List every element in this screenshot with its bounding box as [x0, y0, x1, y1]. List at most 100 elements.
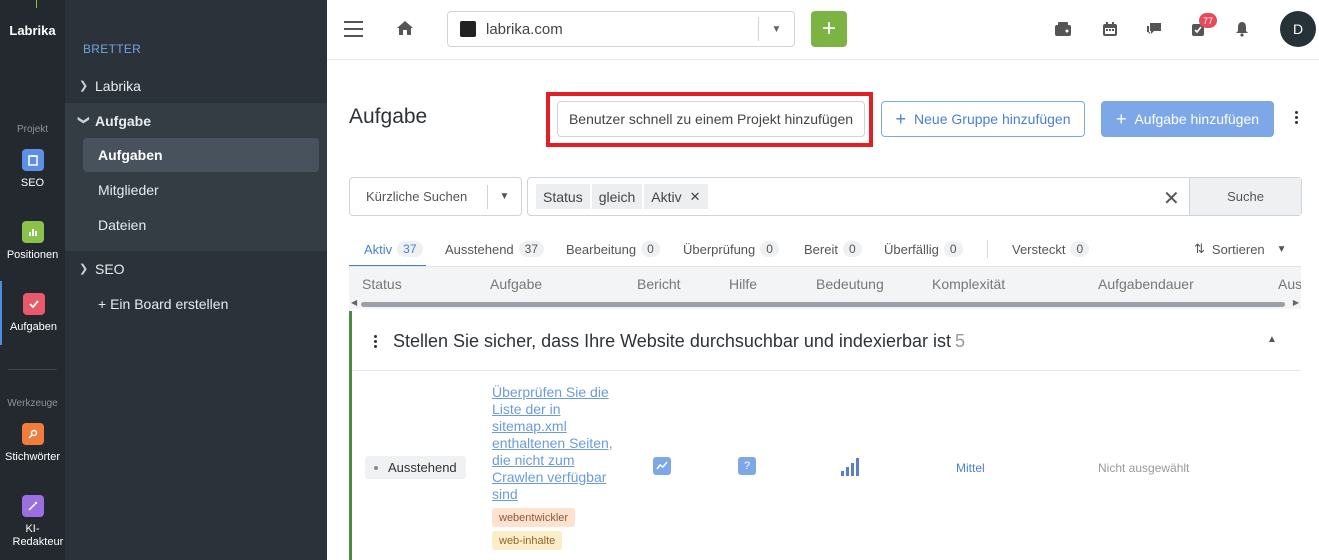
magic-wand-icon — [21, 495, 44, 517]
bell-icon[interactable] — [1231, 18, 1253, 40]
chevron-right-icon: ❯ — [79, 80, 89, 92]
chat-icon[interactable] — [1143, 18, 1165, 40]
rail-item-ai-editor[interactable]: KI-Redakteur — [0, 495, 65, 549]
tab-label: Überfällig — [884, 241, 939, 257]
create-board-link[interactable]: + Ein Board erstellen — [65, 286, 327, 321]
sort-label: Sortieren — [1211, 241, 1265, 257]
check-icon — [22, 293, 45, 315]
tab-count: 0 — [760, 241, 779, 257]
remove-chip-icon[interactable]: ✕ — [690, 189, 701, 205]
filter-chip-operator[interactable]: gleich — [591, 184, 643, 209]
filter-bar[interactable]: Status gleich Aktiv ✕ ✕ Suche — [527, 177, 1302, 216]
app-logo[interactable]: Labrika — [0, 0, 65, 60]
nav-item-seo[interactable]: ❯ SEO — [65, 251, 327, 286]
calendar-icon[interactable] — [1099, 18, 1121, 40]
column-header[interactable]: Hilfe — [729, 276, 757, 292]
menu-icon[interactable] — [344, 21, 363, 37]
rail-item-tasks[interactable]: Aufgaben — [0, 281, 65, 345]
tab-overdue[interactable]: Überfällig 0 — [884, 238, 963, 260]
column-header[interactable]: Status — [362, 276, 402, 292]
tab-count: 0 — [641, 241, 660, 257]
tab-review[interactable]: Überprüfung 0 — [683, 238, 779, 260]
duration-value[interactable]: Nicht ausgewählt — [1098, 461, 1189, 475]
report-chart-icon[interactable] — [653, 457, 671, 475]
tab-label: Ausstehend — [445, 241, 514, 257]
task-link[interactable]: Überprüfen Sie die Liste der in sitemap.… — [492, 384, 617, 503]
nav-item-labrika[interactable]: ❯ Labrika — [65, 68, 327, 103]
tab-pending[interactable]: Ausstehend 37 — [445, 238, 545, 260]
nav-item-aufgabe[interactable]: ❯ Aufgabe — [65, 103, 327, 138]
chevron-down-icon: ❯ — [77, 115, 90, 125]
recent-searches-label: Kürzliche Suchen — [366, 189, 468, 204]
site-selector[interactable]: labrika.com ▼ — [447, 11, 795, 47]
tab-count: 37 — [518, 241, 545, 257]
task-group-header: Stellen Sie sicher, dass Ihre Website du… — [352, 311, 1301, 371]
more-options-icon[interactable] — [1291, 111, 1301, 126]
tab-in-progress[interactable]: Bearbeitung 0 — [566, 238, 660, 260]
clear-filter-icon[interactable]: ✕ — [1163, 186, 1180, 211]
filter-chip-value[interactable]: Aktiv ✕ — [644, 184, 708, 209]
collapse-icon[interactable]: ▲ — [1267, 334, 1277, 345]
column-header[interactable]: Komplexität — [932, 276, 1005, 292]
user-avatar[interactable]: D — [1280, 11, 1316, 47]
new-group-label: Neue Gruppe hinzufügen — [914, 111, 1071, 127]
rail-item-positions[interactable]: Positionen — [0, 221, 65, 261]
add-task-label: Aufgabe hinzufügen — [1134, 111, 1260, 127]
caret-down-icon: ▼ — [1276, 243, 1287, 255]
column-header[interactable]: Aufgabendauer — [1098, 276, 1194, 292]
tab-count: 0 — [943, 241, 963, 257]
nav-subitem-files[interactable]: Dateien — [83, 208, 319, 242]
add-project-button[interactable]: + — [811, 11, 847, 47]
scrollbar-thumb[interactable] — [361, 302, 1285, 307]
filter-chip-field[interactable]: Status — [536, 184, 590, 209]
sort-dropdown[interactable]: ⇅ Sortieren ▼ — [1194, 241, 1287, 257]
scroll-right-icon[interactable]: ▶ — [1293, 298, 1299, 307]
task-tag[interactable]: web-inhalte — [492, 531, 563, 550]
nav-subitem-members[interactable]: Mitglieder — [83, 173, 319, 207]
tab-label: Bereit — [804, 241, 838, 257]
group-options-icon[interactable] — [374, 335, 378, 350]
task-tag[interactable]: webentwickler — [492, 508, 576, 527]
column-header[interactable]: Bericht — [637, 276, 681, 292]
horizontal-scrollbar[interactable]: ◀ ▶ — [349, 298, 1301, 309]
site-favicon-icon — [460, 21, 476, 37]
rail-section-tools: Werkzeuge — [7, 398, 58, 409]
tab-active[interactable]: Aktiv 37 — [364, 238, 423, 260]
tab-count: 0 — [1070, 241, 1090, 257]
new-group-button[interactable]: + Neue Gruppe hinzufügen — [881, 101, 1085, 137]
complexity-value[interactable]: Mittel — [956, 461, 985, 475]
boards-panel: BRETTER ❯ Labrika ❯ Aufgabe Aufgaben Mit… — [65, 0, 327, 560]
rail-item-label: SEO — [20, 177, 45, 189]
status-pill[interactable]: Ausstehend — [365, 456, 466, 479]
caret-down-icon[interactable]: ▼ — [758, 17, 794, 41]
tab-count: 37 — [397, 241, 423, 257]
tab-label: Aktiv — [364, 241, 393, 257]
boards-heading: BRETTER — [83, 42, 142, 56]
table-header: Status Aufgabe Bericht Hilfe Bedeutung K… — [349, 266, 1301, 299]
nav-item-label: Labrika — [95, 77, 141, 94]
sort-arrows-icon: ⇅ — [1194, 241, 1205, 256]
column-header[interactable]: Bedeutung — [816, 276, 884, 292]
home-icon[interactable] — [395, 18, 415, 43]
chevron-right-icon: ❯ — [79, 263, 89, 275]
quick-add-user-button[interactable]: Benutzer schnell zu einem Projekt hinzuf… — [557, 101, 865, 137]
nav-item-label: Aufgabe — [95, 112, 151, 129]
help-icon[interactable]: ? — [738, 457, 756, 475]
search-button[interactable]: Suche — [1189, 178, 1301, 215]
column-header[interactable]: Aus — [1278, 276, 1301, 292]
add-task-button[interactable]: + Aufgabe hinzufügen — [1101, 101, 1274, 137]
tab-hidden[interactable]: Versteckt 0 — [1012, 238, 1090, 260]
status-dot-icon — [374, 465, 378, 470]
rail-divider — [8, 369, 57, 370]
rail-item-label: Positionen — [6, 249, 59, 261]
nav-subitem-tasks[interactable]: Aufgaben — [83, 138, 319, 172]
column-header[interactable]: Aufgabe — [490, 276, 542, 292]
tab-ready[interactable]: Bereit 0 — [804, 238, 862, 260]
rail-item-keywords[interactable]: Stichwörter — [0, 423, 65, 463]
recent-searches-dropdown[interactable]: Kürzliche Suchen ▼ — [349, 177, 522, 216]
rail-item-label: KI-Redakteur — [12, 523, 64, 548]
wallet-icon[interactable] — [1052, 18, 1074, 40]
site-name: labrika.com — [486, 20, 563, 38]
scroll-left-icon[interactable]: ◀ — [351, 298, 357, 307]
rail-item-seo[interactable]: SEO — [0, 149, 65, 189]
